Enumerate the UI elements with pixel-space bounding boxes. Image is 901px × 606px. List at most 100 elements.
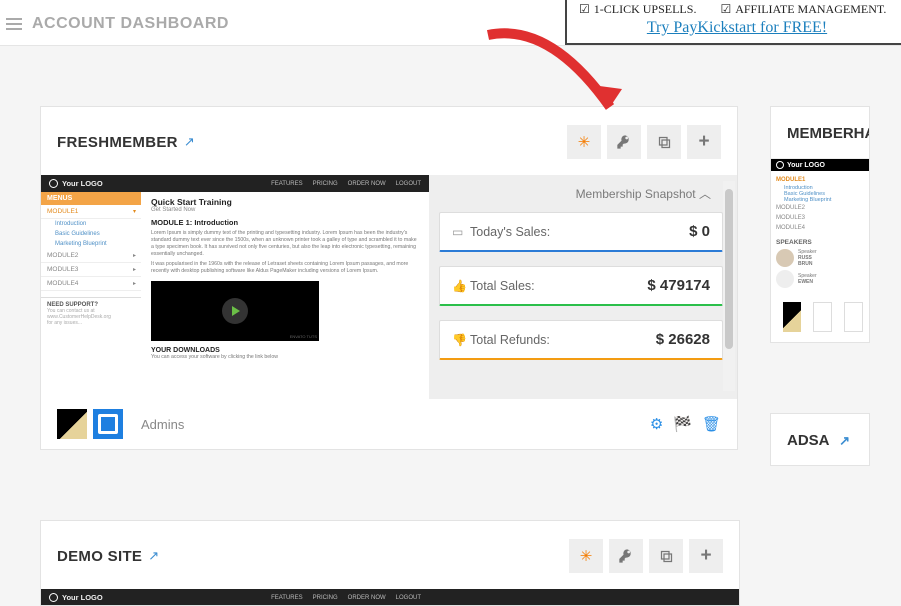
money-icon: ▭ <box>452 225 470 239</box>
preview-speaker-1: SpeakerRUSSBRUN <box>776 249 866 267</box>
admin-avatar-2[interactable] <box>93 409 123 439</box>
nav-pricing: PRICING <box>313 181 338 187</box>
speaker-avatar-2 <box>776 270 794 288</box>
preview-video-brand: ENVATO TUTS <box>290 334 317 339</box>
preview-module1: MODULE1 <box>776 175 866 185</box>
add-button[interactable]: + <box>689 539 723 573</box>
admins-label: Admins <box>141 417 184 432</box>
hamburger-menu-icon[interactable] <box>6 23 22 25</box>
card-title: MEMBERHACK <box>771 107 869 158</box>
site-card-adsa: ADSA ↗ <box>770 413 870 466</box>
site-preview-thumbnail[interactable]: Your LOGO FEATURES PRICING ORDER NOW LOG… <box>41 175 429 399</box>
duplicate-button[interactable] <box>649 539 683 573</box>
site-card-demosite: DEMO SITE ↗ ✳ + Your LOGO <box>40 520 740 606</box>
preview-module-heading: MODULE 1: Introduction <box>151 218 419 227</box>
card-title: DEMO SITE <box>57 548 142 565</box>
nav-features: FEATURES <box>271 595 303 601</box>
preview-speakers-header: SPEAKERS <box>776 239 866 246</box>
preview-sub-blueprint: Marketing Blueprint <box>41 239 141 249</box>
external-link-icon[interactable]: ↗ <box>184 134 195 150</box>
chevron-up-icon: ︿ <box>699 187 711 201</box>
preview-module3: MODULE3 <box>776 213 866 223</box>
preview-quickstart-sub: Get Started Now <box>151 207 419 213</box>
page-title: ACCOUNT DASHBOARD <box>32 15 229 33</box>
key-button[interactable] <box>607 125 641 159</box>
nav-logout: LOGOUT <box>396 595 421 601</box>
nav-order: ORDER NOW <box>348 181 386 187</box>
preview-sub-guidelines: Basic Guidelines <box>41 229 141 239</box>
thumbs-down-icon: 👎 <box>452 333 470 347</box>
logo-ring-icon <box>49 179 58 188</box>
preview-nav: FEATURES PRICING ORDER NOW LOGOUT <box>271 181 421 187</box>
preview-speaker-2: SpeakerEWEN <box>776 270 866 288</box>
key-icon <box>616 134 632 150</box>
admin-avatar-1[interactable] <box>783 302 801 332</box>
preview-module2: MODULE2 <box>776 203 866 213</box>
promo-cta-link[interactable]: Try PayKickstart for FREE! <box>579 19 895 37</box>
nav-pricing: PRICING <box>313 595 338 601</box>
duplicate-button[interactable] <box>647 125 681 159</box>
copy-icon <box>657 135 672 150</box>
stat-value-total: $ 479174 <box>647 277 710 294</box>
card-footer <box>771 292 869 342</box>
preview-logo: Your LOGO <box>62 593 103 602</box>
promo-banner: 1-CLICK UPSELLS. AFFILIATE MANAGEMENT. T… <box>565 0 901 45</box>
stat-label-today: Today's Sales: <box>470 225 550 239</box>
card-footer: Admins ⚙ 🏁 🗑 <box>41 399 737 449</box>
preview-downloads-text: You can access your software by clicking… <box>151 354 419 361</box>
nav-logout: LOGOUT <box>396 181 421 187</box>
integrations-button[interactable]: ✳ <box>569 539 603 573</box>
preview-nav: FEATURES PRICING ORDER NOW LOGOUT <box>271 595 421 601</box>
preview-para1: Lorem Ipsum is simply dummy text of the … <box>151 230 419 258</box>
card-header: DEMO SITE ↗ ✳ + <box>41 521 739 589</box>
play-icon <box>222 298 248 324</box>
card-title: FRESHMEMBER <box>57 134 178 151</box>
add-button[interactable]: + <box>687 125 721 159</box>
stat-todays-sales: ▭ Today's Sales: $ 0 <box>439 212 723 252</box>
stat-total-refunds: 👎 Total Refunds: $ 26628 <box>439 320 723 360</box>
admin-avatar-3[interactable] <box>844 302 863 332</box>
external-link-icon[interactable]: ↗ <box>148 548 159 564</box>
admin-avatar-1[interactable] <box>57 409 87 439</box>
preview-module2: MODULE2▸ <box>41 249 141 263</box>
stat-value-today: $ 0 <box>689 223 710 240</box>
membership-snapshot-panel: Membership Snapshot ︿ ▭ Today's Sales: $… <box>429 175 737 399</box>
admin-avatar-2[interactable] <box>813 302 832 332</box>
key-icon <box>618 548 634 564</box>
preview-module4: MODULE4 <box>776 223 866 233</box>
copy-icon <box>659 549 674 564</box>
gear-icon[interactable]: ⚙ <box>650 415 663 433</box>
snapshot-scrollbar[interactable] <box>723 181 735 391</box>
logo-ring-icon <box>776 161 784 169</box>
preview-sub-intro: Introduction <box>41 219 141 229</box>
preview-quickstart-title: Quick Start Training <box>151 197 419 207</box>
speaker-avatar-1 <box>776 249 794 267</box>
integrations-button[interactable]: ✳ <box>567 125 601 159</box>
preview-module4: MODULE4▸ <box>41 277 141 291</box>
nav-order: ORDER NOW <box>348 595 386 601</box>
snapshot-header[interactable]: Membership Snapshot ︿ <box>439 181 723 212</box>
logo-ring-icon <box>49 593 58 602</box>
card-header: FRESHMEMBER ↗ ✳ + <box>41 107 737 175</box>
trash-icon[interactable]: 🗑 <box>702 415 721 433</box>
card-title: ADSA ↗ <box>771 414 869 465</box>
nav-features: FEATURES <box>271 181 303 187</box>
key-button[interactable] <box>609 539 643 573</box>
stat-value-refunds: $ 26628 <box>656 331 710 348</box>
stat-label-refunds: Total Refunds: <box>470 333 550 347</box>
dashboard-icon[interactable]: 🏁 <box>673 415 692 433</box>
promo-item-affiliate: AFFILIATE MANAGEMENT. <box>720 2 886 17</box>
preview-para2: It was popularised in the 1960s with the… <box>151 261 419 275</box>
preview-logo: Your LOGO <box>62 179 103 188</box>
promo-item-upsells: 1-CLICK UPSELLS. <box>579 2 696 17</box>
external-link-icon[interactable]: ↗ <box>839 433 850 448</box>
stat-total-sales: 👍 Total Sales: $ 479174 <box>439 266 723 306</box>
preview-downloads-heading: YOUR DOWNLOADS <box>151 347 419 354</box>
preview-module3: MODULE3▸ <box>41 263 141 277</box>
stat-label-total: Total Sales: <box>470 279 535 293</box>
preview-support-t3: for any issues... <box>47 320 135 326</box>
site-preview-thumbnail[interactable]: Your LOGO MODULE1 Introduction Basic Gui… <box>771 158 870 292</box>
thumbs-up-icon: 👍 <box>452 279 470 293</box>
preview-menus-header: MENUS <box>41 192 141 205</box>
site-card-freshmember: FRESHMEMBER ↗ ✳ + <box>40 106 738 450</box>
